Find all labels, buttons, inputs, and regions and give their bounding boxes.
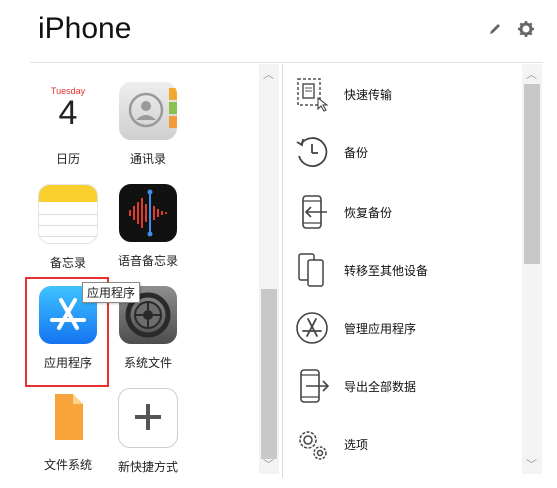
action-quick-transfer[interactable]: 快速传输	[292, 74, 392, 114]
action-restore[interactable]: 恢复备份	[292, 192, 392, 232]
app-label: 文件系统	[43, 458, 92, 472]
edit-icon[interactable]	[487, 21, 503, 41]
app-grid: Tuesday 4 日历 通讯录 备忘录 语音备忘录 应用程序 系统文件 文件系…	[30, 64, 259, 478]
header-divider	[30, 62, 543, 63]
actions-list: 快速传输 备份 恢复备份 转移至其他设备 管理应用程序 导出全部数据 选项	[292, 64, 524, 478]
action-options[interactable]: 选项	[292, 424, 368, 464]
app-file-system[interactable]: 文件系统	[32, 388, 104, 473]
app-label: 备忘录	[49, 256, 86, 270]
left-scrollbar[interactable]: ︿ ﹀	[259, 64, 279, 474]
action-transfer-device[interactable]: 转移至其他设备	[292, 250, 428, 290]
action-label: 备份	[344, 145, 369, 160]
gear-icon[interactable]	[517, 20, 535, 42]
app-label: 日历	[55, 152, 80, 166]
app-contacts[interactable]: 通讯录	[112, 82, 184, 167]
action-label: 选项	[344, 437, 369, 452]
scroll-down-icon[interactable]: ﹀	[526, 456, 537, 472]
app-label: 系统文件	[123, 356, 172, 370]
page-title: iPhone	[38, 12, 132, 45]
scroll-thumb[interactable]	[524, 84, 540, 264]
header-tools	[487, 20, 535, 42]
app-new-shortcut[interactable]: 新快捷方式	[112, 388, 184, 475]
app-label: 语音备忘录	[117, 254, 178, 268]
scroll-down-icon[interactable]: ﹀	[263, 456, 274, 472]
action-export[interactable]: 导出全部数据	[292, 366, 416, 406]
transfer-device-icon	[292, 250, 332, 290]
app-voice-memo[interactable]: 语音备忘录	[112, 184, 184, 269]
right-scrollbar[interactable]: ︿ ﹀	[522, 64, 542, 474]
app-label: 通讯录	[129, 152, 166, 166]
action-label: 管理应用程序	[344, 321, 417, 336]
contacts-icon	[119, 82, 177, 140]
backup-icon	[292, 132, 332, 172]
app-label: 新快捷方式	[117, 460, 178, 474]
action-backup[interactable]: 备份	[292, 132, 368, 172]
voice-memo-icon	[119, 184, 177, 242]
gears-icon	[292, 424, 332, 464]
quick-transfer-icon	[292, 74, 332, 114]
app-notes[interactable]: 备忘录	[32, 184, 104, 271]
calendar-icon: Tuesday 4	[39, 82, 97, 140]
action-label: 导出全部数据	[344, 379, 417, 394]
restore-icon	[292, 192, 332, 232]
tooltip: 应用程序	[82, 282, 141, 303]
app-calendar[interactable]: Tuesday 4 日历	[32, 82, 104, 167]
app-store-icon	[292, 308, 332, 348]
scroll-up-icon[interactable]: ︿	[263, 66, 274, 82]
scroll-thumb[interactable]	[261, 289, 277, 459]
plus-icon	[118, 388, 178, 448]
panel-divider	[282, 64, 283, 478]
action-label: 恢复备份	[344, 205, 393, 220]
action-manage-apps[interactable]: 管理应用程序	[292, 308, 416, 348]
action-label: 快速传输	[344, 87, 393, 102]
file-icon	[39, 388, 97, 446]
notes-icon	[38, 184, 98, 244]
export-icon	[292, 366, 332, 406]
calendar-date: 4	[58, 94, 78, 132]
scroll-up-icon[interactable]: ︿	[526, 66, 537, 82]
action-label: 转移至其他设备	[344, 263, 429, 278]
